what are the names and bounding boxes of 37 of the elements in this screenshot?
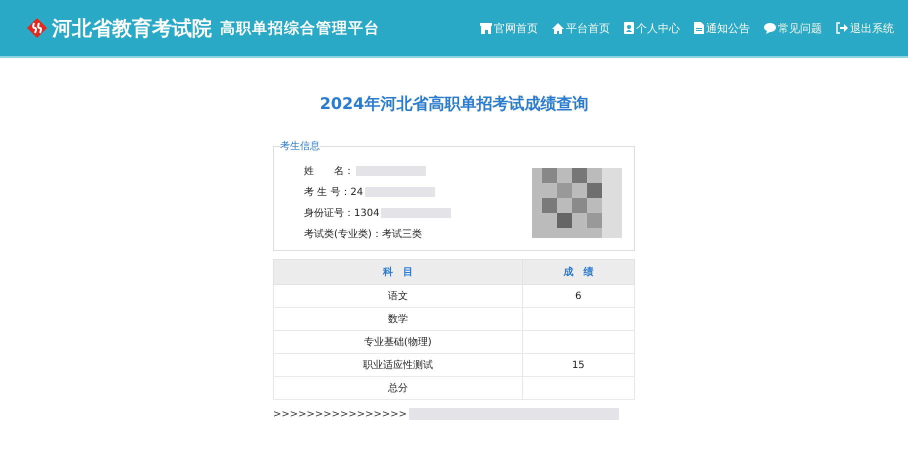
table-cell: 专业基础(物理) bbox=[274, 330, 522, 354]
nav-link[interactable]: 官网首页 bbox=[480, 20, 538, 36]
document-icon bbox=[694, 22, 704, 34]
table-cell: 语文 bbox=[274, 284, 522, 308]
field-label: 考 生 号： bbox=[304, 186, 350, 199]
column-header: 成 绩 bbox=[522, 260, 634, 284]
redaction-block bbox=[365, 187, 436, 197]
table-cell: 职业适应性测试 bbox=[274, 354, 522, 376]
table-cell: 15 bbox=[522, 354, 634, 376]
nav-link[interactable]: 退出系统 bbox=[836, 20, 894, 36]
field-value: 考试三类 bbox=[382, 228, 422, 241]
nav-link[interactable]: 常见问题 bbox=[764, 20, 822, 36]
nav-link[interactable]: 个人中心 bbox=[624, 20, 680, 36]
field-label: 考试类(专业类)： bbox=[304, 228, 382, 241]
sign-out-icon bbox=[836, 22, 848, 34]
building-icon bbox=[480, 22, 492, 34]
column-header: 科 目 bbox=[274, 260, 522, 284]
footer-text: >>>>>>>>>>>>>>>> bbox=[273, 408, 408, 420]
field-value: 1304 bbox=[354, 208, 380, 218]
home-icon bbox=[552, 22, 564, 34]
redaction-block bbox=[381, 208, 452, 218]
site-title: 河北省教育考试院 bbox=[52, 14, 212, 42]
chat-icon bbox=[764, 22, 776, 34]
table-cell: 6 bbox=[522, 284, 634, 308]
panel-legend: 考生信息 bbox=[280, 139, 320, 153]
user-icon bbox=[624, 22, 634, 34]
field-value: 24 bbox=[350, 186, 364, 198]
nav-link[interactable]: 平台首页 bbox=[552, 20, 610, 36]
page-title: 2024年河北省高职单招考试成绩查询 bbox=[320, 94, 588, 115]
table-cell: 总分 bbox=[274, 376, 522, 400]
field-label: 姓 名： bbox=[304, 165, 354, 178]
platform-subtitle: 高职单招综合管理平台 bbox=[220, 18, 380, 38]
field-label: 身份证号： bbox=[304, 207, 354, 220]
redaction-block bbox=[356, 166, 426, 176]
logo-icon bbox=[26, 17, 48, 39]
nav-link[interactable]: 通知公告 bbox=[694, 20, 750, 36]
table-cell: 数学 bbox=[274, 308, 522, 330]
